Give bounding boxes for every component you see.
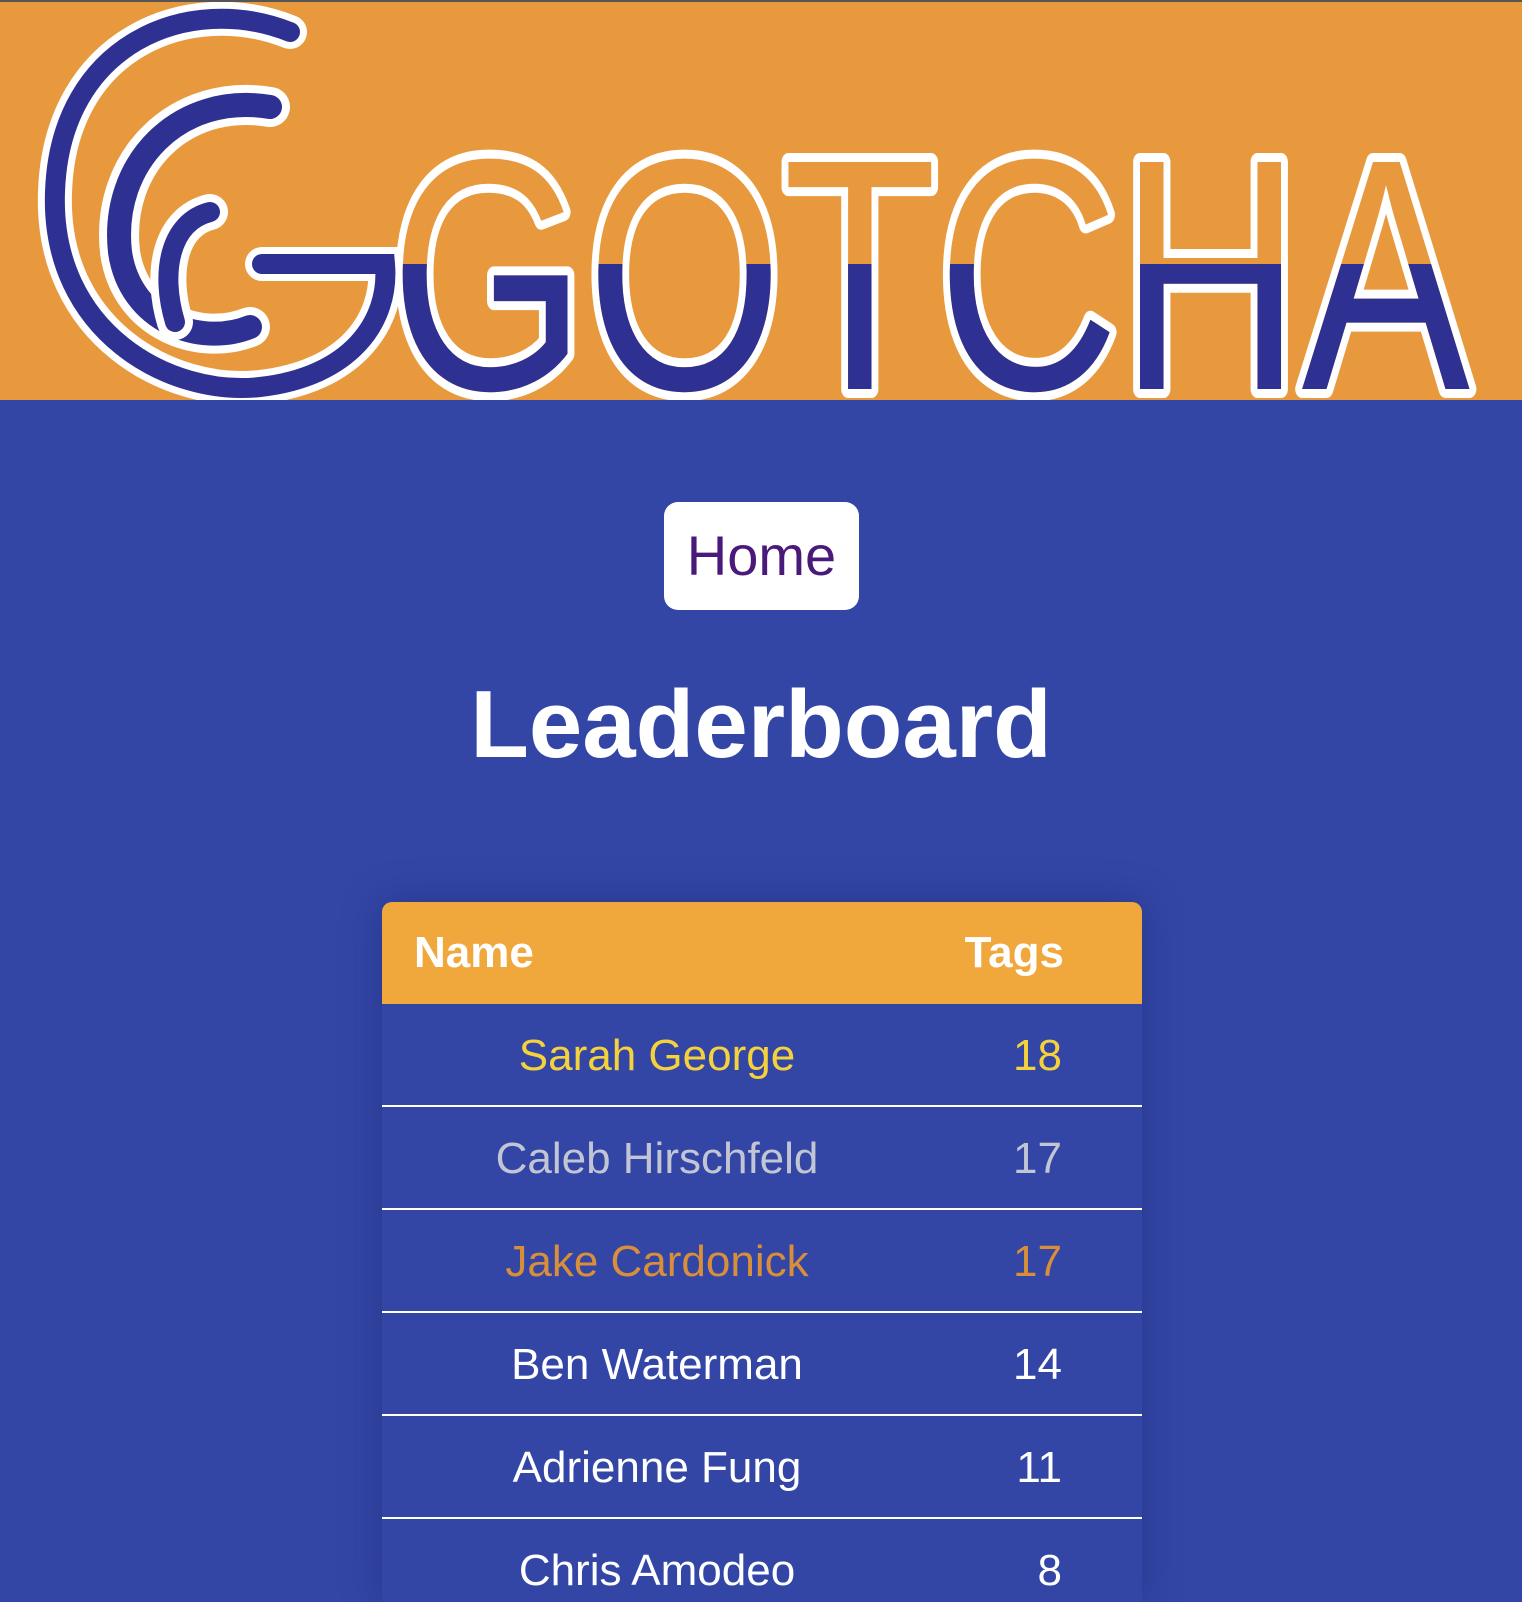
table-row: Adrienne Fung 11 <box>382 1416 1142 1519</box>
player-name: Ben Waterman <box>511 1340 803 1389</box>
table-row: Ben Waterman 14 <box>382 1313 1142 1416</box>
table-header: Name Tags <box>382 902 1142 1004</box>
main-content: Home Leaderboard Name Tags Sarah George 1… <box>0 400 1522 1602</box>
player-tags: 17 <box>1013 1237 1062 1286</box>
player-name: Jake Cardonick <box>505 1237 809 1286</box>
table-body: Sarah George 18 Caleb Hirschfeld 17 Jake Car… <box>382 1004 1142 1602</box>
player-tags: 8 <box>1037 1546 1062 1595</box>
leaderboard-table: Name Tags Sarah George 18 Caleb Hirschfeld… <box>382 902 1142 1602</box>
player-name: Chris Amodeo <box>518 1546 796 1595</box>
page-title: Leaderboard <box>470 671 1052 778</box>
header-banner: GOTCHA GOTCHA GOTCHA <box>0 0 1522 400</box>
table-row: Chris Amodeo 8 <box>382 1519 1142 1602</box>
logo-swirl <box>37 2 403 400</box>
column-header-tags: Tags <box>964 928 1064 977</box>
gotcha-logo: GOTCHA GOTCHA GOTCHA <box>37 2 1480 400</box>
player-tags: 11 <box>1016 1443 1062 1492</box>
player-name: Caleb Hirschfeld <box>495 1134 819 1183</box>
column-header-name: Name <box>414 928 534 977</box>
table-row: Caleb Hirschfeld 17 <box>382 1107 1142 1210</box>
table-row: Jake Cardonick 17 <box>382 1210 1142 1313</box>
player-tags: 18 <box>1013 1031 1062 1080</box>
player-tags: 14 <box>1013 1340 1062 1389</box>
player-name: Adrienne Fung <box>512 1443 802 1492</box>
home-button[interactable]: Home <box>664 502 859 610</box>
table-row: Sarah George 18 <box>382 1004 1142 1107</box>
player-tags: 17 <box>1013 1134 1062 1183</box>
player-name: Sarah George <box>518 1031 796 1080</box>
logo-letters: GOTCHA GOTCHA GOTCHA <box>381 81 1480 400</box>
